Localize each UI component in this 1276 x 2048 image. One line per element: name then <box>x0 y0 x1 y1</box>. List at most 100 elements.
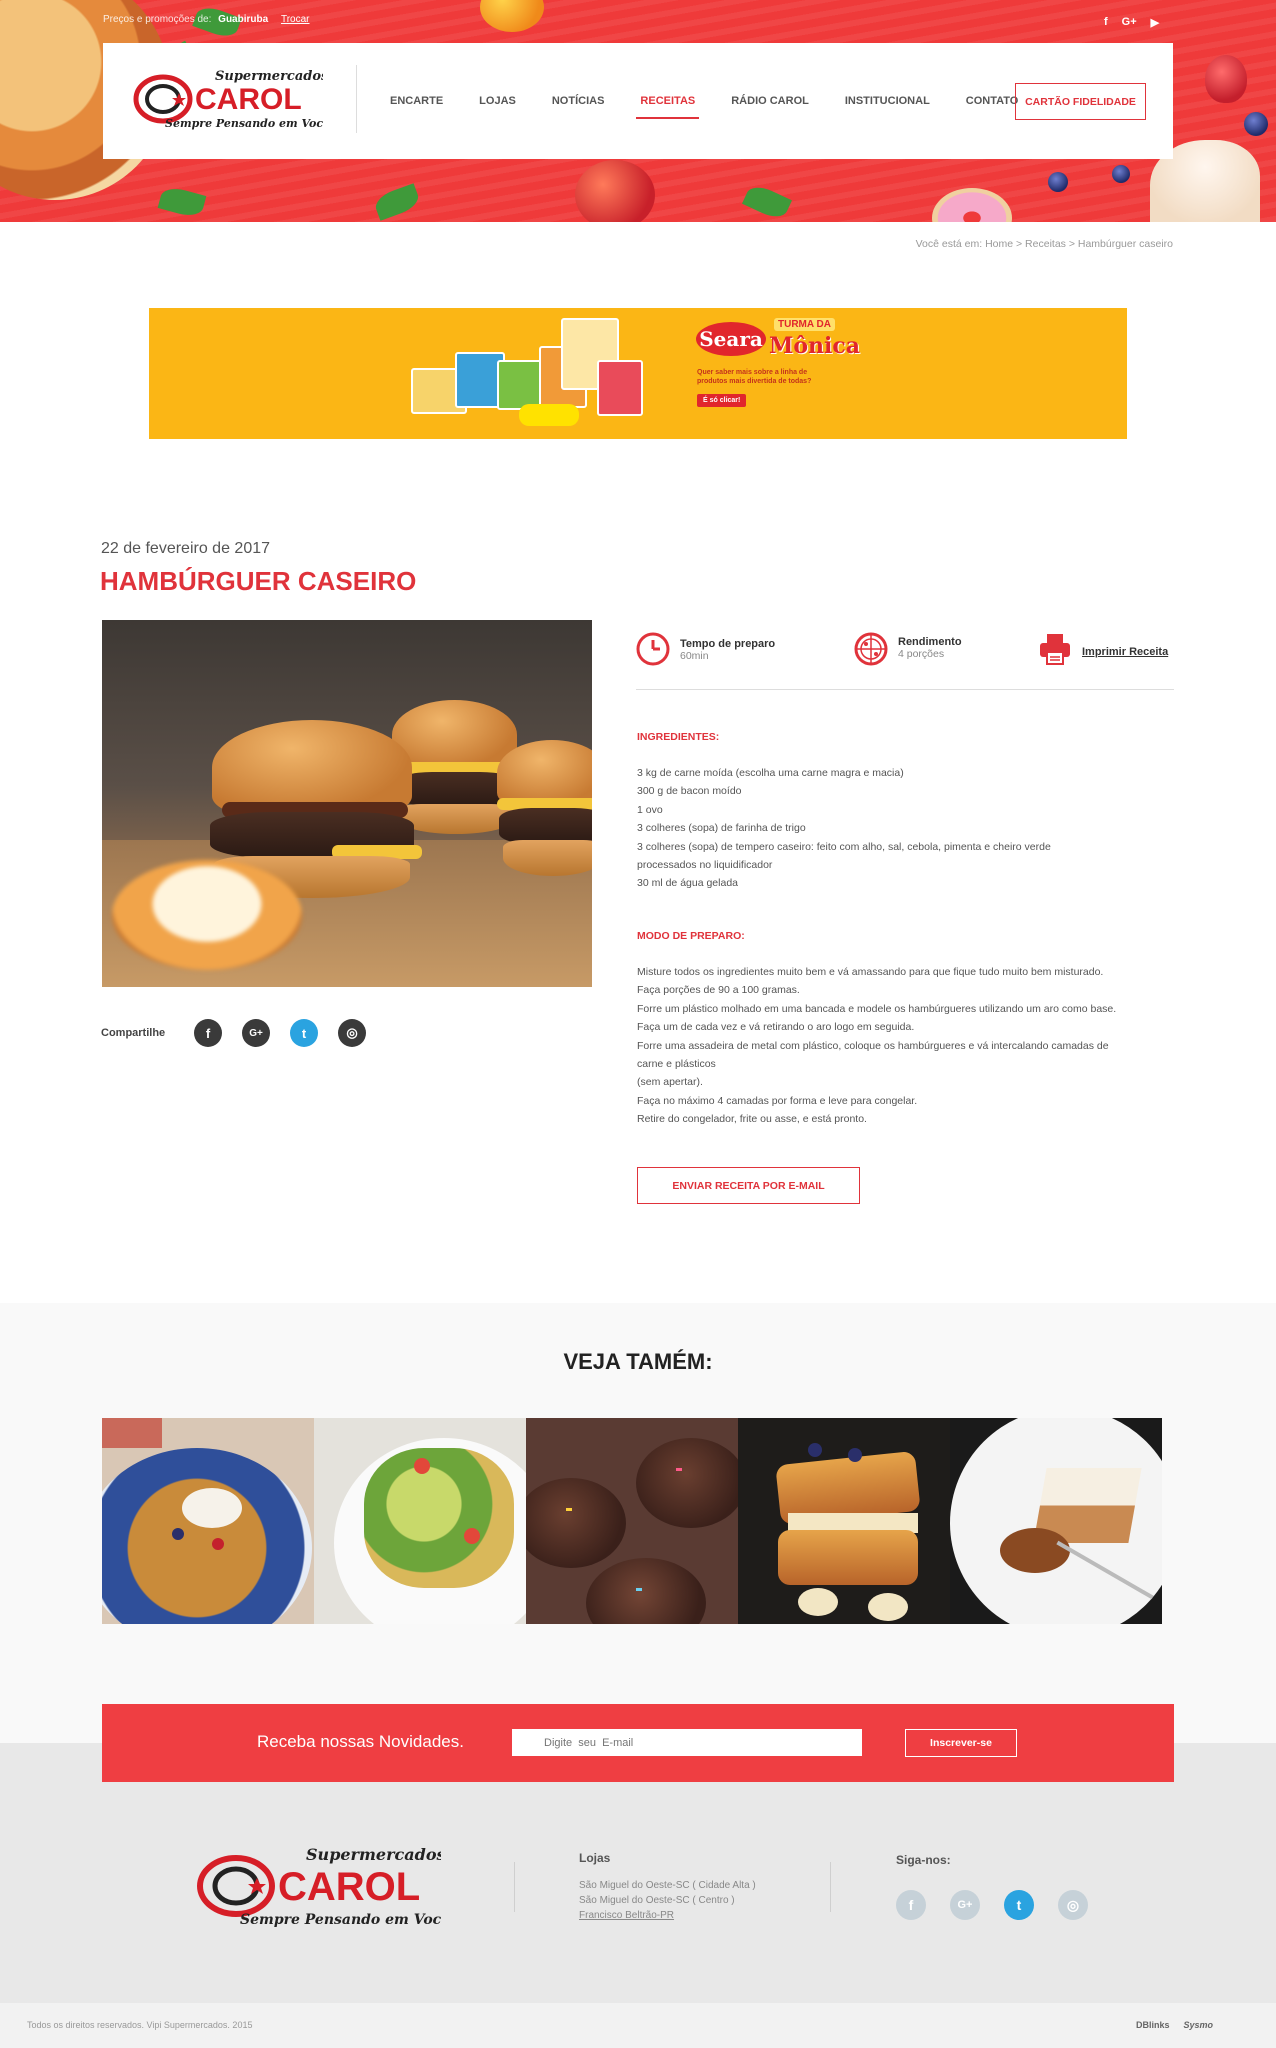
method-line: Faça porções de 90 a 100 gramas. <box>637 984 800 997</box>
recipe-thumbnail-cake-slice[interactable] <box>950 1418 1162 1624</box>
turma-da-label: TURMA DA <box>774 318 835 331</box>
google-plus-icon[interactable]: G+ <box>242 1019 270 1047</box>
newsletter-label: Receba nossas Novidades. <box>257 1732 464 1751</box>
youtube-icon[interactable]: ▶ <box>1151 16 1159 29</box>
printer-icon <box>1040 634 1070 665</box>
method-line: Forre um plástico molhado em uma bancada… <box>637 1002 1117 1015</box>
recipe-meta: Tempo de preparo 60min Rendimento 4 porç… <box>636 632 1174 690</box>
nav-item-encarte[interactable]: ENCARTE <box>390 95 443 107</box>
nav-item-contato[interactable]: CONTATO <box>966 95 1019 107</box>
stores-heading: Lojas <box>579 1851 611 1865</box>
ingredient-line: 3 colheres (sopa) de farinha de trigo <box>637 822 806 835</box>
yield: Rendimento 4 porções <box>854 632 962 666</box>
blueberry-image <box>1112 165 1130 183</box>
print-recipe-link[interactable]: Imprimir Receita <box>1082 646 1168 658</box>
monica-logo: Mônica <box>769 333 861 359</box>
store-item: São Miguel do Oeste-SC ( Centro ) <box>579 1895 735 1906</box>
recipe-thumbnail-chocolate-cupcakes[interactable] <box>526 1418 738 1624</box>
method-line: Forre uma assadeira de metal com plástic… <box>637 1039 1109 1052</box>
ingredient-line: 30 ml de água gelada <box>637 877 738 890</box>
method-list: Misture todos os ingredientes muito bem … <box>637 963 1177 1129</box>
subscribe-button[interactable]: Inscrever-se <box>905 1729 1017 1757</box>
store-link[interactable]: Francisco Beltrão-PR <box>579 1910 674 1921</box>
see-also-grid <box>102 1418 1162 1624</box>
main-navbar: Supermercados CAROL Sempre Pensando em V… <box>103 43 1173 159</box>
ingredient-line: 3 kg de carne moída (escolha uma carne m… <box>637 767 904 779</box>
footer-divider <box>830 1862 831 1912</box>
facebook-icon[interactable]: f <box>1104 16 1108 29</box>
see-also-title: VEJA TAMÉM: <box>563 1349 713 1374</box>
recipe-photo <box>102 620 592 987</box>
google-plus-icon[interactable]: G+ <box>1122 16 1137 29</box>
banner-cta-button[interactable]: É só clicar! <box>697 394 747 407</box>
prep-time-label: Tempo de preparo <box>680 638 776 650</box>
nav-divider <box>356 65 357 133</box>
location-prefix: Preços e promoções de: <box>103 14 212 25</box>
nav-item-radio-carol[interactable]: RÁDIO CAROL <box>731 95 809 107</box>
blueberry-image <box>1048 172 1068 192</box>
send-recipe-email-button[interactable]: ENVIAR RECEITA POR E-MAIL <box>637 1167 860 1204</box>
method-line: Retire do congelador, frite ou asse, e e… <box>637 1113 867 1126</box>
recipe-date: 22 de fevereiro de 2017 <box>101 540 271 557</box>
ingredients-list: 3 kg de carne moída (escolha uma carne m… <box>637 764 1177 893</box>
ingredients-heading: INGREDIENTES: <box>637 731 720 743</box>
seara-ad-banner[interactable]: Seara TURMA DA Mônica Quer saber mais so… <box>149 308 1127 439</box>
method-line: carne e plásticos <box>637 1058 716 1071</box>
footer-logo-tagline: Sempre Pensando em Você <box>240 1912 441 1928</box>
nav-item-receitas[interactable]: RECEITAS <box>636 95 700 119</box>
facebook-icon[interactable]: f <box>194 1019 222 1047</box>
logo-supermercados: Supermercados <box>215 69 323 84</box>
loyalty-card-button[interactable]: CARTÃO FIDELIDADE <box>1015 83 1146 120</box>
product-package-image <box>597 360 643 416</box>
yield-label: Rendimento <box>898 636 962 648</box>
ingredient-line: 300 g de bacon moído <box>637 785 742 798</box>
method-heading: MODO DE PREPARO: <box>637 930 745 942</box>
nav-item-noticias[interactable]: NOTÍCIAS <box>552 95 605 107</box>
credits: DBlinks Sysmo <box>1136 2020 1213 2030</box>
logo-carol: CAROL <box>195 83 302 116</box>
yield-value: 4 porções <box>898 648 945 660</box>
breadcrumb: Você está em: Home > Receitas > Hambúrgu… <box>915 238 1173 250</box>
instagram-icon[interactable]: ◎ <box>338 1019 366 1047</box>
footer-background <box>0 1743 1276 2003</box>
product-package-image <box>519 404 579 426</box>
share-label: Compartilhe <box>101 1027 166 1039</box>
prep-time-value: 60min <box>680 650 709 662</box>
facebook-icon[interactable]: f <box>896 1890 926 1920</box>
prep-time: Tempo de preparo 60min <box>636 632 775 666</box>
strawberry-image <box>1205 55 1247 103</box>
copyright-text: Todos os direitos reservados. Vipi Super… <box>27 2020 253 2030</box>
share-icons: f G+ t ◎ <box>194 1019 366 1047</box>
nav-item-institucional[interactable]: INSTITUCIONAL <box>845 95 930 107</box>
sysmo-logo[interactable]: Sysmo <box>1184 2020 1214 2030</box>
recipe-thumbnail-pasta-salad[interactable] <box>314 1418 526 1624</box>
nav-item-lojas[interactable]: LOJAS <box>479 95 516 107</box>
carol-logo[interactable]: Supermercados CAROL Sempre Pensando em V… <box>133 65 323 131</box>
method-line: Faça um de cada vez e vá retirando o aro… <box>637 1021 915 1034</box>
twitter-icon[interactable]: t <box>1004 1890 1034 1920</box>
recipe-thumbnail-waffle[interactable] <box>102 1418 314 1624</box>
footer-logo-supermercados: Supermercados <box>306 1845 441 1864</box>
clock-icon <box>636 632 670 666</box>
see-also-section: VEJA TAMÉM: <box>0 1303 1276 1743</box>
print-recipe[interactable]: Imprimir Receita <box>1038 632 1168 666</box>
footer-social-icons: f G+ t ◎ <box>896 1890 1088 1920</box>
recipe-title: HAMBÚRGUER CASEIRO <box>100 566 417 596</box>
newsletter-email-input[interactable] <box>512 1729 862 1756</box>
location-city: Guabiruba <box>218 14 269 25</box>
method-line: Faça no máximo 4 camadas por forma e lev… <box>637 1094 918 1107</box>
location-bar: Preços e promoções de: Guabiruba Trocar <box>103 14 310 25</box>
method-line: (sem apertar). <box>637 1076 703 1089</box>
footer-logo-carol: CAROL <box>278 1865 420 1909</box>
store-item: São Miguel do Oeste-SC ( Cidade Alta ) <box>579 1880 756 1891</box>
footer-carol-logo[interactable]: Supermercados CAROL Sempre Pensando em V… <box>196 1842 441 1928</box>
change-location-link[interactable]: Trocar <box>281 14 310 25</box>
twitter-icon[interactable]: t <box>290 1019 318 1047</box>
blueberry-image <box>1244 112 1268 136</box>
seara-logo: Seara <box>696 322 766 356</box>
instagram-icon[interactable]: ◎ <box>1058 1890 1088 1920</box>
dblinks-logo[interactable]: DBlinks <box>1136 2020 1170 2030</box>
pizza-icon <box>854 632 888 666</box>
google-plus-icon[interactable]: G+ <box>950 1890 980 1920</box>
recipe-thumbnail-french-toast[interactable] <box>738 1418 950 1624</box>
